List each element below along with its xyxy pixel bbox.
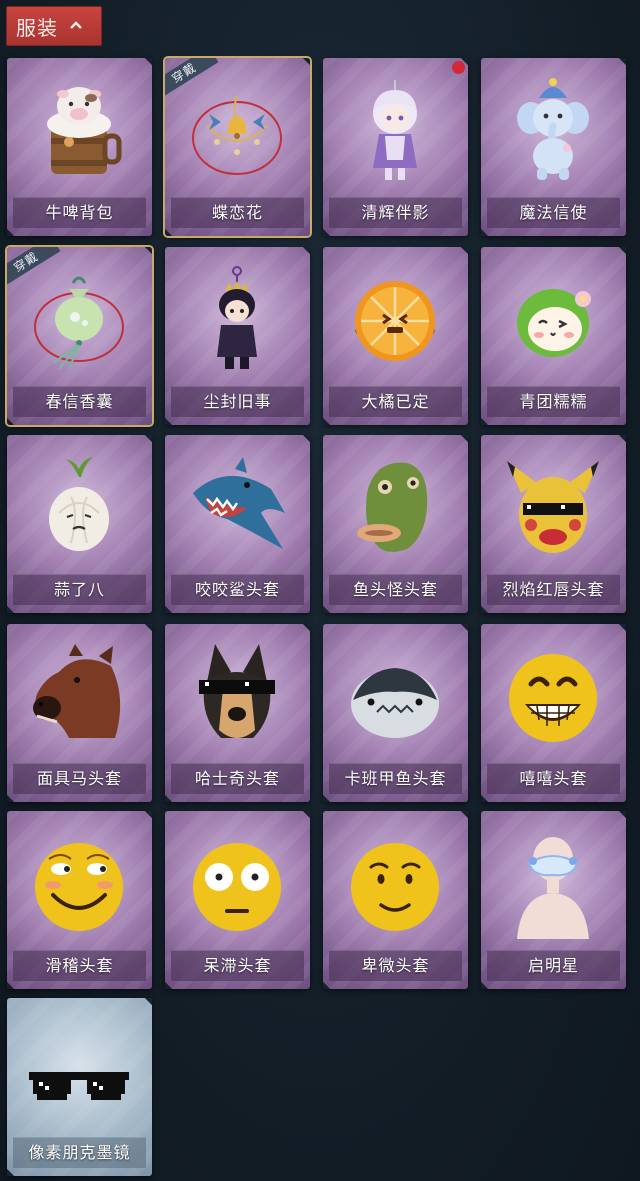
green-rice-ball-icon: [517, 289, 591, 357]
item-name: 呆滞头套: [171, 950, 304, 981]
category-tab-outfit[interactable]: 服装: [6, 6, 102, 46]
item-name: 大橘已定: [329, 386, 462, 417]
item-card[interactable]: 青团糯糯: [481, 247, 626, 425]
spring-sachet-icon: [34, 276, 124, 370]
item-card[interactable]: 卡班甲鱼头套: [323, 624, 468, 802]
item-name: 清辉伴影: [329, 197, 462, 228]
garlic-icon: [49, 457, 109, 551]
item-name: 卡班甲鱼头套: [329, 763, 462, 794]
item-card[interactable]: 穿戴 蝶恋花: [165, 58, 310, 236]
item-card[interactable]: 滑稽头套: [7, 811, 152, 989]
item-name: 牛啤背包: [13, 197, 146, 228]
item-card[interactable]: 鱼头怪头套: [323, 435, 468, 613]
item-card[interactable]: 魔法信使: [481, 58, 626, 236]
category-title: 服装: [16, 15, 58, 40]
item-name: 青团糯糯: [487, 386, 620, 417]
husky-head-mask-icon: [199, 644, 275, 738]
cow-beer-backpack-icon: [47, 87, 122, 174]
item-card[interactable]: 面具马头套: [7, 624, 152, 802]
item-name: 卑微头套: [329, 950, 462, 981]
item-name: 像素朋克墨镜: [13, 1137, 146, 1168]
item-card[interactable]: 哈士奇头套: [165, 624, 310, 802]
item-card[interactable]: 嘻嘻头套: [481, 624, 626, 802]
butterfly-bell-ornament-icon: [192, 95, 282, 175]
silver-companion-doll-icon: [373, 80, 417, 180]
chevron-up-icon: [70, 21, 82, 29]
item-name: 哈士奇头套: [171, 763, 304, 794]
new-item-dot: [452, 61, 465, 74]
humble-face-mask-icon: [351, 843, 439, 931]
shark-head-mask-icon: [193, 457, 285, 549]
item-name: 嘻嘻头套: [487, 763, 620, 794]
orange-slice-icon: [355, 281, 435, 361]
item-name: 春信香囊: [13, 386, 146, 417]
item-name: 启明星: [487, 950, 620, 981]
item-card[interactable]: 尘封旧事: [165, 247, 310, 425]
item-name: 尘封旧事: [171, 386, 304, 417]
item-name: 面具马头套: [13, 763, 146, 794]
item-card[interactable]: 牛啤背包: [7, 58, 152, 236]
horse-head-mask-icon: [33, 644, 121, 738]
item-card[interactable]: 蒜了八: [7, 435, 152, 613]
item-name: 烈焰红唇头套: [487, 574, 620, 605]
item-name: 蝶恋花: [171, 197, 304, 228]
item-card[interactable]: 穿戴 春信香囊: [7, 247, 152, 425]
morning-star-headpiece-icon: [517, 837, 589, 939]
armored-fish-mask-icon: [351, 668, 439, 738]
item-card[interactable]: 像素朋克墨镜: [7, 998, 152, 1176]
item-name: 滑稽头套: [13, 950, 146, 981]
item-card[interactable]: 启明星: [481, 811, 626, 989]
item-card[interactable]: 清辉伴影: [323, 58, 468, 236]
item-card[interactable]: 呆滞头套: [165, 811, 310, 989]
yellow-mouse-mask-icon: [507, 461, 599, 553]
crowned-character-charm-icon: [217, 266, 257, 369]
item-name: 鱼头怪头套: [329, 574, 462, 605]
wardrobe-page: 服装 牛啤背包 穿戴 蝶恋花 清辉伴影 魔法信使 穿戴 春信香囊 尘封旧事 大橘…: [0, 0, 640, 1181]
dazed-face-mask-icon: [193, 843, 281, 931]
grin-face-mask-icon: [509, 654, 597, 742]
item-card[interactable]: 咬咬鲨头套: [165, 435, 310, 613]
item-name: 魔法信使: [487, 197, 620, 228]
item-name: 咬咬鲨头套: [171, 574, 304, 605]
item-name: 蒜了八: [13, 574, 146, 605]
item-card[interactable]: 卑微头套: [323, 811, 468, 989]
magic-elephant-messenger-icon: [517, 78, 589, 180]
item-card[interactable]: 烈焰红唇头套: [481, 435, 626, 613]
fish-head-mask-icon: [357, 462, 428, 552]
pixel-sunglasses-icon: [29, 1072, 129, 1100]
item-card[interactable]: 大橘已定: [323, 247, 468, 425]
funny-face-mask-icon: [35, 843, 123, 931]
